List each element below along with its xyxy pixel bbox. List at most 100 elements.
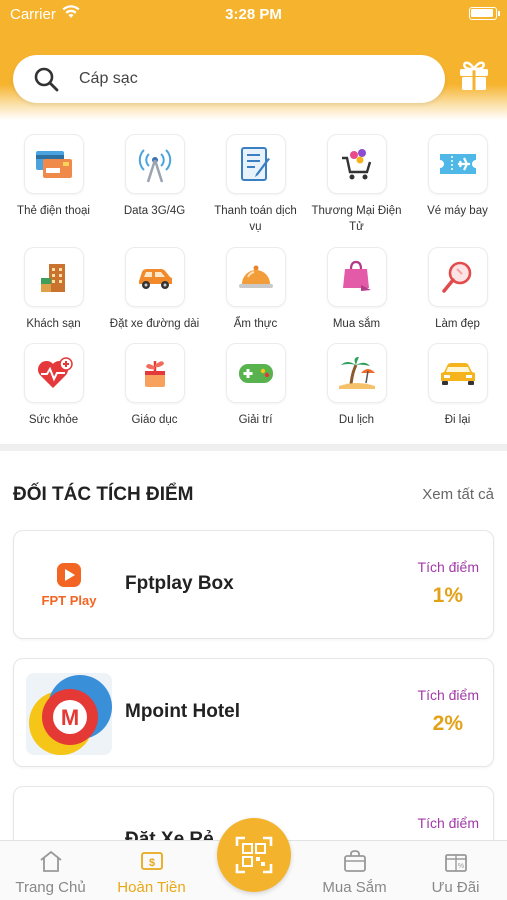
search-bar[interactable]: Cáp sạc bbox=[13, 55, 445, 103]
category-tile[interactable] bbox=[326, 134, 387, 194]
mpoint-hotel-logo: M bbox=[26, 673, 112, 755]
category-hotel[interactable]: Khách sạn bbox=[3, 247, 104, 332]
tab-label: Trang Chủ bbox=[15, 879, 86, 896]
fpt-play-logo-text: FPT Play bbox=[42, 593, 98, 608]
category-tile[interactable] bbox=[427, 343, 488, 403]
category-label: Thẻ điện thoại bbox=[17, 205, 90, 217]
partner-name: Fptplay Box bbox=[125, 573, 234, 594]
category-tile[interactable] bbox=[124, 134, 185, 194]
category-label: Sức khỏe bbox=[28, 414, 79, 426]
category-label: Thanh toán dịch vụ bbox=[214, 205, 297, 233]
category-tile[interactable] bbox=[225, 134, 286, 194]
category-shopping[interactable]: Mua sắm bbox=[306, 247, 407, 332]
svg-text:%: % bbox=[457, 863, 463, 870]
section-title: ĐỐI TÁC TÍCH ĐIỂM bbox=[13, 484, 194, 505]
education-plant-icon bbox=[144, 361, 165, 387]
health-heart-icon bbox=[37, 357, 73, 388]
category-beauty[interactable]: Làm đẹp bbox=[407, 247, 507, 332]
voucher-icon: % bbox=[444, 854, 467, 872]
category-tile[interactable] bbox=[326, 247, 387, 307]
category-tile[interactable] bbox=[124, 247, 185, 307]
category-health[interactable]: Sức khỏe bbox=[3, 343, 104, 428]
category-tile[interactable] bbox=[427, 134, 488, 194]
category-tile[interactable] bbox=[23, 247, 84, 307]
search-input[interactable]: Cáp sạc bbox=[79, 70, 138, 88]
tab-label: Mua Sắm bbox=[322, 879, 387, 896]
mirror-icon bbox=[441, 261, 471, 293]
category-bill-payment[interactable]: Thanh toán dịch vụ bbox=[205, 134, 306, 235]
category-tile[interactable] bbox=[326, 343, 387, 403]
gamepad-icon bbox=[238, 364, 273, 383]
partner-card[interactable]: M Mpoint Hotel Tích điểm 2% bbox=[13, 658, 494, 767]
category-label: Thương Mại Điện Tử bbox=[311, 205, 402, 233]
home-icon bbox=[39, 850, 62, 872]
gift-icon[interactable] bbox=[457, 58, 491, 92]
category-travel[interactable]: Du lịch bbox=[306, 343, 407, 428]
category-label: Vé máy bay bbox=[427, 205, 488, 217]
food-cloche-icon bbox=[238, 265, 273, 288]
points-value: 1% bbox=[432, 584, 463, 607]
points-label: Tích điểm bbox=[417, 559, 479, 575]
shopping-bag-icon bbox=[342, 260, 371, 291]
category-label: Mua sắm bbox=[332, 318, 381, 330]
tab-label: Ưu Đãi bbox=[431, 879, 480, 896]
category-phone-card[interactable]: Thẻ điện thoại bbox=[3, 134, 104, 219]
tab-home[interactable]: Trang Chủ bbox=[0, 841, 101, 896]
qr-scan-button[interactable] bbox=[217, 818, 291, 892]
category-label: Làm đẹp bbox=[435, 318, 480, 330]
phone-card-icon bbox=[35, 151, 72, 178]
cashback-icon: $ bbox=[140, 852, 163, 870]
points-label: Tích điểm bbox=[417, 815, 479, 831]
tab-cashback[interactable]: $ Hoàn Tiền bbox=[101, 841, 202, 896]
category-label: Data 3G/4G bbox=[123, 205, 186, 217]
category-ecommerce[interactable]: Thương Mại Điện Tử bbox=[306, 134, 407, 235]
category-education[interactable]: Giáo dục bbox=[104, 343, 205, 428]
category-label: Đặt xe đường dài bbox=[109, 318, 200, 330]
category-label: Đi lại bbox=[444, 414, 471, 426]
beach-icon bbox=[338, 357, 375, 389]
shopping-cart-icon bbox=[341, 149, 371, 180]
category-data[interactable]: Data 3G/4G bbox=[104, 134, 205, 219]
points-label: Tích điểm bbox=[417, 687, 479, 703]
see-all-link[interactable]: Xem tất cả bbox=[422, 486, 494, 503]
category-label: Du lịch bbox=[338, 414, 375, 426]
antenna-icon bbox=[138, 149, 171, 183]
category-tile[interactable] bbox=[225, 343, 286, 403]
category-tile[interactable] bbox=[23, 343, 84, 403]
fpt-play-logo: FPT Play bbox=[26, 545, 112, 627]
category-tile[interactable] bbox=[124, 343, 185, 403]
category-label: Ẩm thực bbox=[233, 318, 278, 330]
mpoint-logo-text: M bbox=[61, 705, 79, 730]
category-tile[interactable] bbox=[23, 134, 84, 194]
hotel-icon bbox=[40, 264, 65, 292]
section-divider bbox=[0, 444, 507, 451]
category-tile[interactable] bbox=[225, 247, 286, 307]
tab-deals[interactable]: % Ưu Đãi bbox=[405, 841, 506, 896]
category-label: Khách sạn bbox=[26, 318, 81, 330]
tab-label: Hoàn Tiền bbox=[117, 879, 186, 896]
status-bar: Carrier 3:28 PM bbox=[0, 0, 507, 30]
search-icon bbox=[34, 67, 59, 92]
partner-card[interactable]: FPT Play Fptplay Box Tích điểm 1% bbox=[13, 530, 494, 639]
taxi-icon bbox=[440, 363, 475, 385]
bill-payment-icon bbox=[240, 147, 270, 181]
shopping-icon bbox=[343, 850, 366, 872]
category-label: Giải trí bbox=[238, 414, 273, 426]
svg-text:$: $ bbox=[148, 857, 154, 869]
category-tile[interactable] bbox=[427, 247, 488, 307]
plane-ticket-icon bbox=[439, 154, 476, 174]
category-transport[interactable]: Đi lại bbox=[407, 343, 507, 428]
category-entertainment[interactable]: Giải trí bbox=[205, 343, 306, 428]
partner-name: Mpoint Hotel bbox=[125, 701, 241, 722]
category-food[interactable]: Ẩm thực bbox=[205, 247, 306, 332]
car-icon bbox=[138, 269, 172, 289]
qr-scan-icon bbox=[235, 836, 273, 874]
points-value: 2% bbox=[432, 712, 463, 735]
tab-shopping[interactable]: Mua Sắm bbox=[304, 841, 405, 896]
clock: 3:28 PM bbox=[225, 6, 282, 23]
header: Carrier 3:28 PM Cáp sạc bbox=[0, 0, 507, 120]
category-plane-ticket[interactable]: Vé máy bay bbox=[407, 134, 507, 219]
battery-icon bbox=[469, 7, 500, 20]
category-label: Giáo dục bbox=[131, 414, 178, 426]
category-car-booking[interactable]: Đặt xe đường dài bbox=[104, 247, 205, 332]
